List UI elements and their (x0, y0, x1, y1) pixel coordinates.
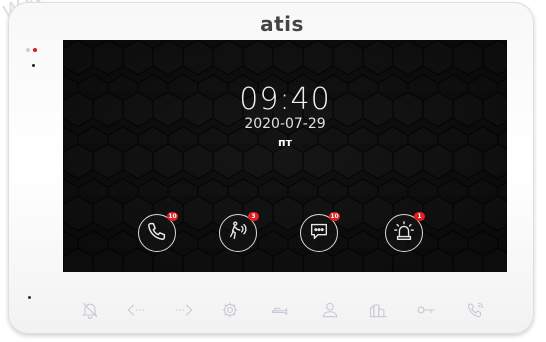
phone-icon (146, 220, 168, 246)
touch-key-row (68, 300, 508, 328)
arrow-right-icon (174, 300, 194, 324)
gear-icon (220, 300, 240, 324)
alarm-badge: 1 (414, 212, 425, 221)
clock-weekday: пт (278, 136, 292, 149)
calls-badge: 10 (167, 212, 178, 221)
call-key[interactable] (464, 300, 488, 324)
intercom-icon (368, 300, 388, 324)
key-icon (416, 300, 436, 324)
user-key[interactable] (318, 300, 342, 324)
right-key[interactable] (172, 300, 196, 324)
motion-detection-icon (227, 220, 249, 246)
motion-badge: 3 (248, 212, 259, 221)
brand-logo: atis (260, 12, 304, 36)
motion-detection-button[interactable]: 3 (219, 212, 259, 252)
call-icon (466, 300, 486, 324)
monitor-key[interactable] (268, 300, 292, 324)
left-key[interactable] (124, 300, 148, 324)
messages-button[interactable]: 10 (300, 212, 340, 252)
clock-date: 2020-07-29 (244, 116, 326, 132)
bell-mute-icon (80, 300, 100, 324)
display-screen: 09:40 2020-07-29 пт 10 3 10 1 (63, 40, 507, 272)
message-icon (308, 220, 330, 246)
arrow-left-icon (126, 300, 146, 324)
alarm-button[interactable]: 1 (385, 212, 425, 252)
stage: www atis (0, 0, 546, 342)
user-icon (320, 300, 340, 324)
clock-time: 09:40 (239, 82, 331, 117)
hexagon-background (63, 40, 507, 272)
alarm-icon (393, 220, 415, 246)
unlock-key[interactable] (414, 300, 438, 324)
status-led-red (33, 48, 37, 52)
messages-badge: 10 (329, 212, 340, 221)
settings-key[interactable] (218, 300, 242, 324)
monitor-icon (270, 300, 290, 324)
calls-button[interactable]: 10 (138, 212, 178, 252)
camera-dot (32, 64, 35, 67)
mute-key[interactable] (78, 300, 102, 324)
intercom-monitor: atis 09:40 2020-07-29 пт 10 3 10 1 (8, 2, 534, 334)
intercom-key[interactable] (366, 300, 390, 324)
mic-dot (28, 296, 31, 299)
status-led-left (26, 48, 30, 52)
